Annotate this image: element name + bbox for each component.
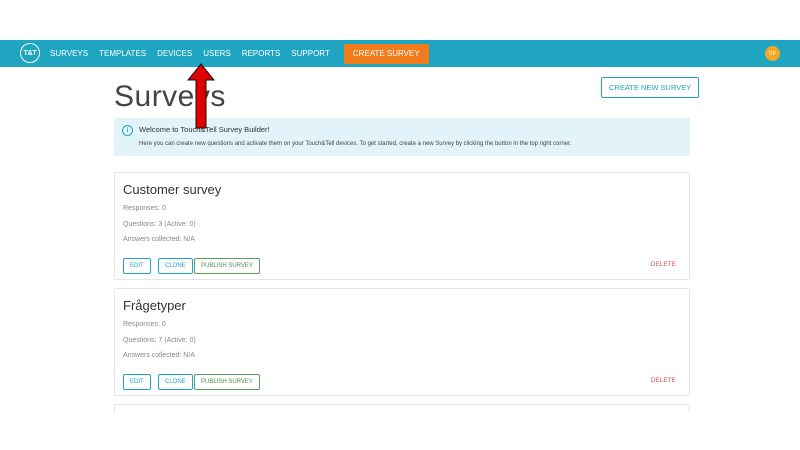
create-new-survey-button[interactable]: CREATE NEW SURVEY [601, 77, 700, 98]
nav-item-reports[interactable]: REPORTS [242, 49, 281, 58]
up-arrow-icon [187, 63, 215, 129]
survey-responses: Responses: 0 [123, 205, 166, 212]
logo-icon[interactable]: T&T [20, 43, 40, 63]
nav-item-users[interactable]: USERS [203, 49, 231, 58]
delete-button[interactable]: DELETE [651, 261, 676, 268]
survey-answers: Answers collected: N/A [123, 352, 195, 359]
edit-button[interactable]: EDIT [123, 258, 151, 274]
survey-card: Customer survey Responses: 0 Questions: … [114, 172, 690, 280]
survey-title: Frågetyper [123, 298, 186, 313]
survey-responses: Responses: 0 [123, 321, 166, 328]
survey-title: Customer survey [123, 182, 222, 197]
nav-item-surveys[interactable]: SURVEYS [50, 49, 88, 58]
nav-item-support[interactable]: SUPPORT [291, 49, 330, 58]
nav-item-templates[interactable]: TEMPLATES [99, 49, 146, 58]
publish-survey-button[interactable]: PUBLISH SURVEY [194, 374, 260, 390]
info-circle-icon: i [122, 125, 133, 136]
nav-item-devices[interactable]: DEVICES [157, 49, 192, 58]
clone-button[interactable]: CLONE [158, 258, 193, 274]
publish-survey-button[interactable]: PUBLISH SURVEY [194, 258, 260, 274]
create-survey-button[interactable]: CREATE SURVEY [343, 43, 429, 64]
survey-answers: Answers collected: N/A [123, 236, 195, 243]
edit-button[interactable]: EDIT [123, 374, 151, 390]
avatar[interactable]: DP [765, 46, 780, 61]
survey-questions: Questions: 7 (Active: 0) [123, 337, 196, 344]
delete-button[interactable]: DELETE [651, 377, 676, 384]
info-body: Here you can create new questions and ac… [139, 141, 572, 147]
survey-card-partial [114, 404, 690, 414]
clone-button[interactable]: CLONE [158, 374, 193, 390]
survey-questions: Questions: 3 (Active: 0) [123, 221, 196, 228]
main-nav: SURVEYS TEMPLATES DEVICES USERS REPORTS … [50, 40, 429, 67]
survey-card: Frågetyper Responses: 0 Questions: 7 (Ac… [114, 288, 690, 396]
